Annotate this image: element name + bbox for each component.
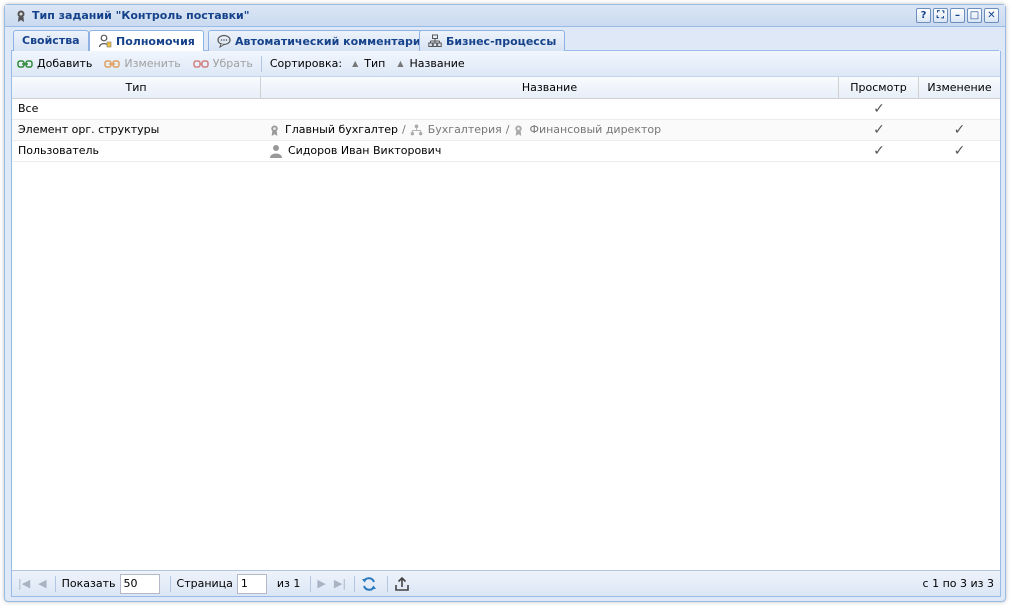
link-remove-icon: [193, 59, 209, 68]
page-count: из 1: [276, 577, 301, 590]
tab-permissions[interactable]: Полномочия: [89, 30, 204, 52]
user-icon: [270, 145, 282, 158]
org-chart-icon: [428, 34, 442, 47]
minimize-button[interactable]: –: [950, 8, 965, 23]
link-edit-icon: [104, 59, 121, 68]
close-button[interactable]: ✕: [984, 8, 999, 23]
edit-button-label: Изменить: [124, 57, 181, 70]
sort-label: Сортировка:: [269, 57, 343, 70]
sort-name-label: Название: [409, 57, 465, 70]
user-segment: Сидоров Иван Викторович: [269, 141, 441, 161]
sort-up-icon: ▲: [397, 59, 404, 68]
sort-by-type-button[interactable]: ▲ Тип: [352, 57, 385, 70]
show-label: Показать: [61, 577, 116, 590]
sort-by-name-button[interactable]: ▲ Название: [397, 57, 464, 70]
tab-label: Автоматический комментарий: [235, 35, 429, 48]
sort-up-icon: ▲: [352, 59, 359, 68]
window-title: Тип заданий "Контроль поставки": [32, 9, 250, 22]
paging-separator: [387, 575, 389, 592]
department-name: Бухгалтерия: [427, 123, 502, 136]
sort-type-label: Тип: [364, 57, 386, 70]
edit-check-icon: [919, 99, 1000, 120]
add-button[interactable]: Добавить: [17, 57, 92, 70]
path-separator: /: [402, 123, 406, 136]
cell-name: [261, 99, 839, 120]
dialog-window: Тип заданий "Контроль поставки" ? ⛶ – □ …: [4, 4, 1006, 602]
help-button[interactable]: ?: [916, 8, 931, 23]
department-icon: [410, 124, 423, 136]
position-segment: Главный бухгалтер: [269, 120, 398, 140]
window-tools: ? ⛶ – □ ✕: [916, 8, 999, 23]
column-header-view[interactable]: Просмотр: [839, 77, 919, 99]
user-badge-icon: [98, 34, 112, 48]
tab-label: Бизнес-процессы: [446, 35, 557, 48]
tab-strip: Свойства Полномочия Автоматический комме…: [11, 28, 999, 52]
page-size-input[interactable]: [119, 573, 160, 594]
paging-separator: [169, 575, 171, 592]
tab-business-processes[interactable]: Бизнес-процессы: [419, 30, 566, 51]
column-header-edit[interactable]: Изменение: [919, 77, 1000, 99]
edit-check-icon: ✓: [953, 142, 966, 159]
table-row[interactable]: Элемент орг. структуры Главный бухгалтер…: [12, 120, 1000, 141]
export-icon[interactable]: [394, 576, 410, 592]
next-page-icon[interactable]: ▶: [317, 577, 325, 590]
permissions-panel: Добавить Изменить Убрать Сортировка: ▲ Т…: [11, 51, 1001, 597]
paging-separator: [54, 575, 56, 592]
grid-toolbar: Добавить Изменить Убрать Сортировка: ▲ Т…: [12, 51, 1000, 77]
paging-info: с 1 по 3 из 3: [922, 577, 994, 590]
position-badge-icon: [515, 124, 523, 136]
position-badge-icon: [271, 124, 278, 136]
tab-label: Полномочия: [116, 35, 195, 48]
link-add-icon: [17, 59, 33, 68]
last-page-icon[interactable]: ▶|: [334, 577, 346, 590]
first-page-icon[interactable]: |◀: [18, 577, 30, 590]
position-segment: Финансовый директор: [513, 120, 661, 140]
page-number-input[interactable]: [236, 573, 267, 594]
cell-name: Главный бухгалтер / Бухгалтерия / Финанс…: [261, 120, 839, 141]
table-row[interactable]: Все ✓: [12, 99, 1000, 120]
prev-page-icon[interactable]: ◀: [38, 577, 46, 590]
department-segment: Бухгалтерия: [410, 120, 502, 140]
user-name: Сидоров Иван Викторович: [288, 144, 442, 157]
position-name: Главный бухгалтер: [285, 123, 398, 136]
column-header-name[interactable]: Название: [261, 77, 839, 99]
view-check-icon: ✓: [873, 121, 885, 138]
table-row[interactable]: Пользователь Сидоров Иван Викторович ✓ ✓: [12, 141, 1000, 162]
tab-label: Свойства: [22, 34, 80, 47]
grid-header: Тип Название Просмотр Изменение: [12, 77, 1000, 99]
cell-type: Пользователь: [18, 143, 100, 157]
tab-properties[interactable]: Свойства: [13, 30, 89, 51]
page-label: Страница: [176, 577, 233, 590]
cell-name: Сидоров Иван Викторович: [261, 141, 839, 162]
cell-type: Элемент орг. структуры: [18, 122, 160, 136]
paging-separator: [310, 575, 312, 592]
column-header-type[interactable]: Тип: [12, 77, 261, 99]
view-check-icon: ✓: [873, 100, 885, 117]
remove-button[interactable]: Убрать: [193, 57, 253, 70]
title-bar[interactable]: Тип заданий "Контроль поставки" ? ⛶ – □ …: [5, 5, 1005, 27]
cell-type: Все: [18, 101, 39, 115]
badge-icon: [17, 10, 25, 22]
grid-body: Все ✓ Элемент орг. структуры Главный бух…: [12, 99, 1000, 162]
tab-auto-comment[interactable]: Автоматический комментарий: [208, 30, 438, 51]
path-separator: /: [505, 123, 510, 136]
speech-bubble-icon: [217, 34, 231, 48]
pin-button[interactable]: ⛶: [933, 8, 948, 23]
add-button-label: Добавить: [37, 57, 93, 70]
view-check-icon: ✓: [873, 142, 885, 159]
position-name: Финансовый директор: [529, 123, 662, 136]
paging-toolbar: |◀ ◀ Показать Страница из 1 ▶ ▶| с 1: [12, 570, 1000, 596]
remove-button-label: Убрать: [212, 57, 253, 70]
edit-button[interactable]: Изменить: [104, 57, 181, 70]
toolbar-separator: [260, 55, 262, 72]
paging-separator: [354, 575, 356, 592]
edit-check-icon: ✓: [953, 121, 966, 138]
refresh-icon[interactable]: [361, 576, 377, 592]
maximize-button[interactable]: □: [967, 8, 982, 23]
